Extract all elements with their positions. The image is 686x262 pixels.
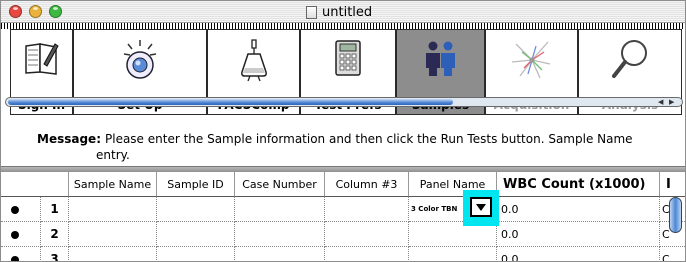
laser-burst-icon [511, 41, 550, 79]
row-3-marker[interactable] [1, 247, 41, 261]
minimize-button[interactable] [29, 5, 42, 18]
flask-funnel-icon [240, 39, 267, 82]
row-2-sample-id[interactable] [157, 222, 235, 247]
message-label: Message: [37, 132, 101, 146]
row-3-column-3[interactable] [325, 247, 409, 261]
row-1-sample-name[interactable] [69, 197, 157, 222]
chevron-down-icon [476, 204, 486, 211]
message-text-line2: entry. [96, 148, 130, 162]
scroll-left-arrow-icon[interactable]: ◀ [658, 98, 663, 106]
toolbar-scrollbar[interactable]: ◀ ▶ [5, 97, 683, 107]
scroll-right-arrow-icon[interactable]: ▶ [669, 98, 674, 106]
row-1-column-3[interactable] [325, 197, 409, 222]
row-2-sample-name[interactable] [69, 222, 157, 247]
row-3-next[interactable]: C [660, 247, 685, 261]
row-1-number: 1 [41, 197, 69, 222]
row-3-panel-name[interactable] [409, 247, 497, 261]
zoom-button[interactable] [49, 5, 62, 18]
row-1-sample-id[interactable] [157, 197, 235, 222]
row-bullet-icon [11, 206, 19, 214]
row-3-wbc-count[interactable]: 0.0 [497, 247, 660, 261]
column-header-case-number[interactable]: Case Number [235, 172, 325, 197]
toolbar-scroll-thumb[interactable] [8, 99, 453, 105]
table-vertical-scrollbar[interactable] [664, 195, 685, 235]
row-1-marker[interactable] [1, 197, 41, 222]
row-bullet-icon [11, 231, 19, 239]
samples-table: Sample Name Sample ID Case Number Column… [1, 172, 685, 261]
window-title-text: untitled [322, 4, 373, 20]
light-bulb-icon [123, 40, 157, 79]
column-header-sample-name[interactable]: Sample Name [69, 172, 157, 197]
row-2-wbc-count[interactable]: 0.0 [497, 222, 660, 247]
row-2-column-3[interactable] [325, 222, 409, 247]
row-3-sample-id[interactable] [157, 247, 235, 261]
table-scroll-thumb[interactable] [669, 197, 682, 233]
message-text-line1: Please enter the Sample information and … [105, 132, 633, 146]
row-3-number: 3 [41, 247, 69, 261]
header-corner [1, 172, 69, 197]
row-3-case-number[interactable] [235, 247, 325, 261]
panel-name-dropdown-button[interactable] [470, 197, 492, 217]
row-1-wbc-count[interactable]: 0.0 [497, 197, 660, 222]
main-window: untitled Sign In Set Up [0, 0, 686, 262]
title-bar[interactable]: untitled [1, 1, 685, 23]
column-header-column-3[interactable]: Column #3 [325, 172, 409, 197]
row-bullet-icon [11, 256, 19, 261]
people-icon [425, 41, 455, 76]
row-2-case-number[interactable] [235, 222, 325, 247]
row-1-case-number[interactable] [235, 197, 325, 222]
book-pencil-icon [24, 43, 59, 75]
row-2-number: 2 [41, 222, 69, 247]
row-2-marker[interactable] [1, 222, 41, 247]
column-header-wbc-count[interactable]: WBC Count (x1000) [497, 172, 660, 197]
calculator-icon [335, 40, 361, 76]
window-title: untitled [306, 4, 372, 20]
column-header-sample-id[interactable]: Sample ID [157, 172, 235, 197]
magnifier-icon [612, 40, 647, 78]
close-button[interactable] [9, 5, 22, 18]
document-icon [306, 5, 317, 19]
row-3-sample-name[interactable] [69, 247, 157, 261]
column-header-next[interactable]: I [660, 172, 685, 197]
message-area: Message: Please enter the Sample informat… [1, 131, 685, 166]
